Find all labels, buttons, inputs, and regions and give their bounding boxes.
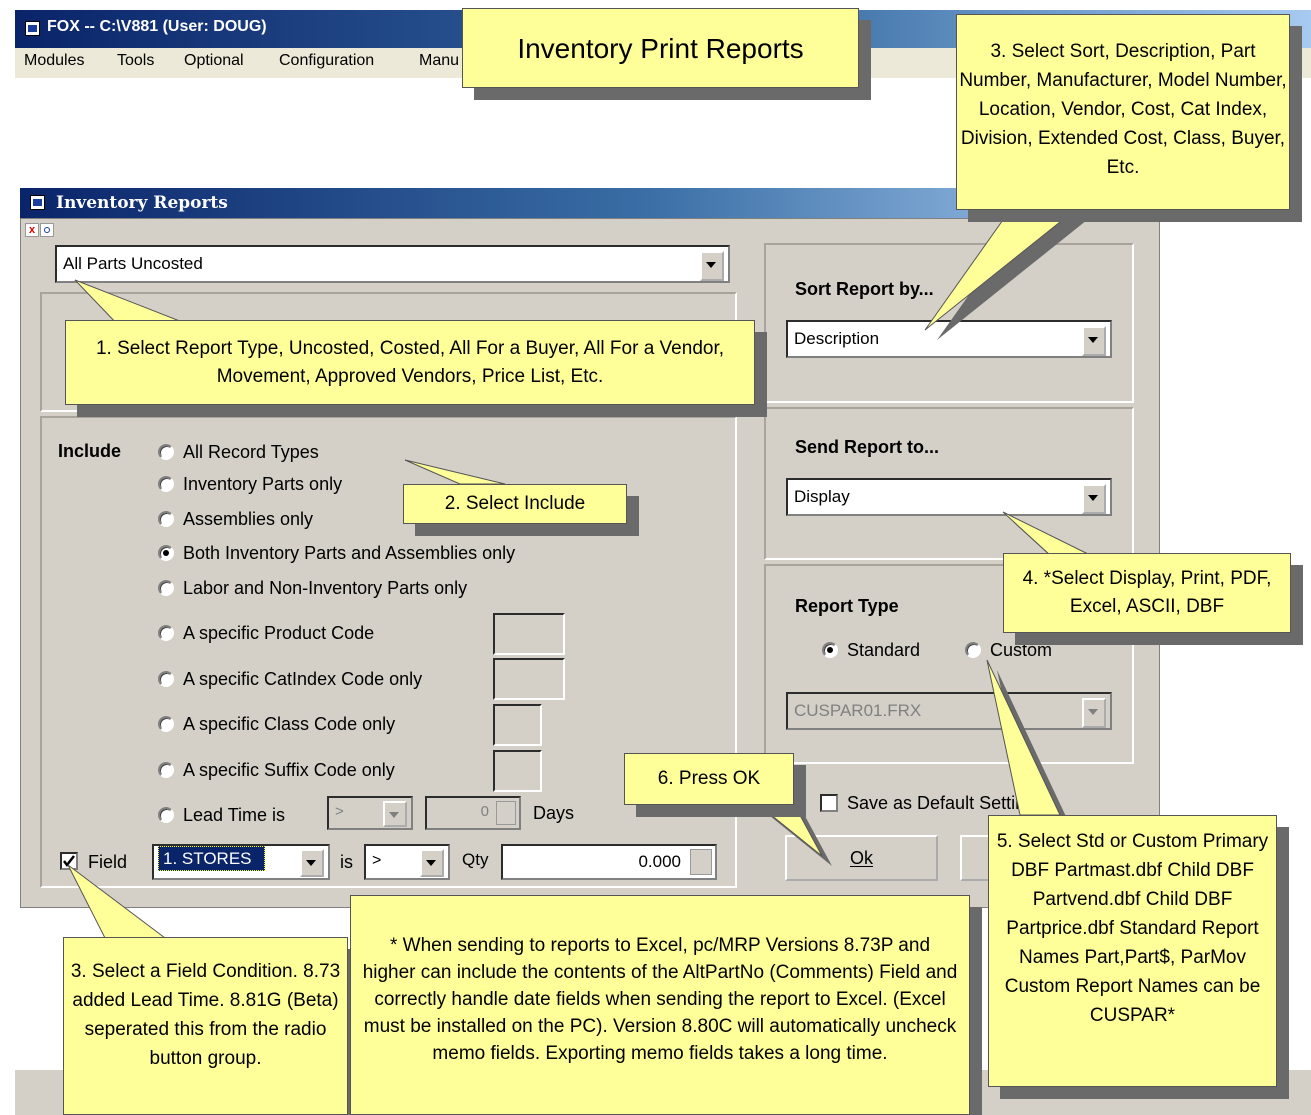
callout-excel-note-text: * When sending to reports to Excel, pc/M… [362, 935, 958, 1064]
callout-custom: 5. Select Std or Custom Primary DBF Part… [988, 815, 1277, 1087]
callout-sort: 3. Select Sort, Description, Part Number… [956, 14, 1290, 210]
callout-report-type-text: 1. Select Report Type, Uncosted, Costed,… [95, 338, 725, 387]
callout-ok-text: 6. Press OK [657, 768, 761, 789]
callout-include: 2. Select Include [403, 484, 627, 524]
callout-field-text: 3. Select a Field Condition. 8.73 added … [70, 961, 341, 1069]
callout-ok: 6. Press OK [624, 753, 794, 805]
callout-field: 3. Select a Field Condition. 8.73 added … [63, 937, 348, 1115]
title-callout-text: Inventory Print Reports [517, 33, 804, 64]
callout-custom-text: 5. Select Std or Custom Primary DBF Part… [996, 831, 1269, 1026]
callout-send-text: 4. *Select Display, Print, PDF, Excel, A… [1022, 568, 1272, 617]
callout-report-type: 1. Select Report Type, Uncosted, Costed,… [65, 320, 755, 405]
title-callout: Inventory Print Reports [462, 8, 859, 88]
callout-include-text: 2. Select Include [444, 493, 586, 514]
callout-excel-note: * When sending to reports to Excel, pc/M… [350, 895, 970, 1115]
callout-sort-text: 3. Select Sort, Description, Part Number… [959, 41, 1287, 178]
callout-send: 4. *Select Display, Print, PDF, Excel, A… [1003, 553, 1291, 633]
